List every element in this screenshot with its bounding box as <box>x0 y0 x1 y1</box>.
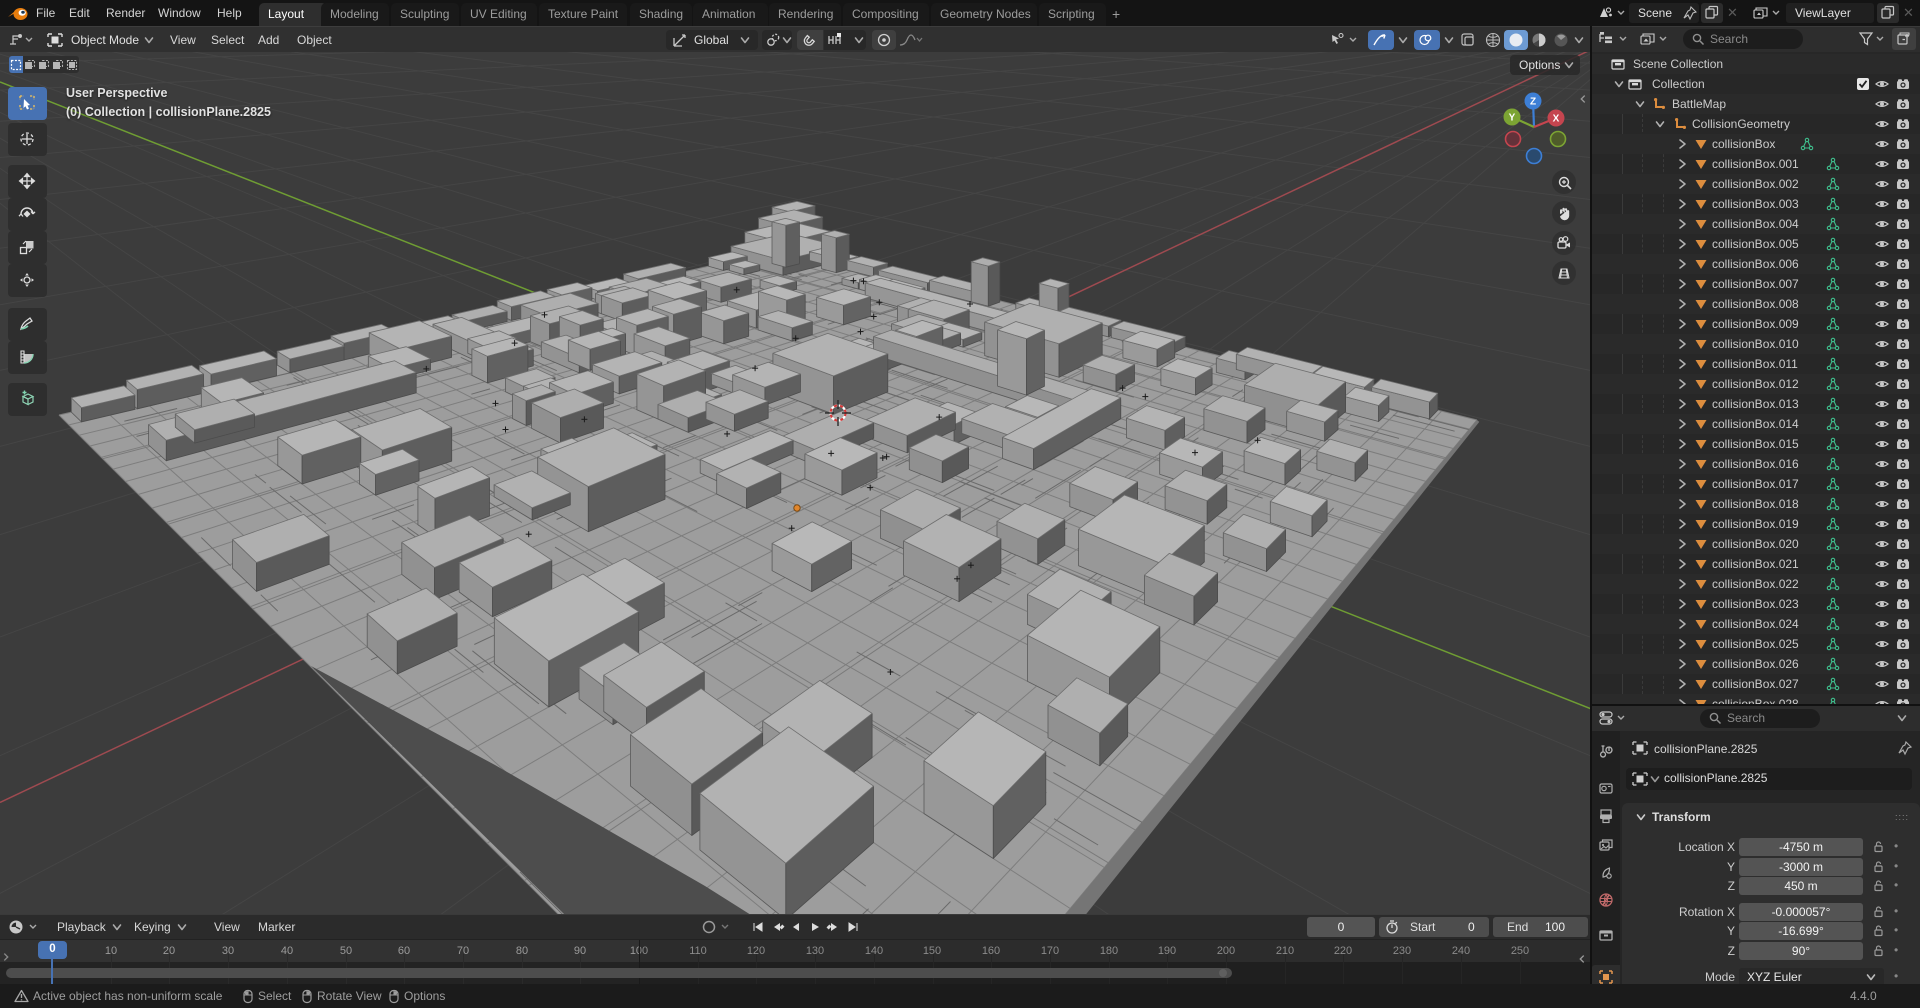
svg-text:Y: Y <box>1509 113 1516 124</box>
svg-text:Z: Z <box>1530 97 1536 108</box>
svg-text:X: X <box>1553 114 1560 125</box>
